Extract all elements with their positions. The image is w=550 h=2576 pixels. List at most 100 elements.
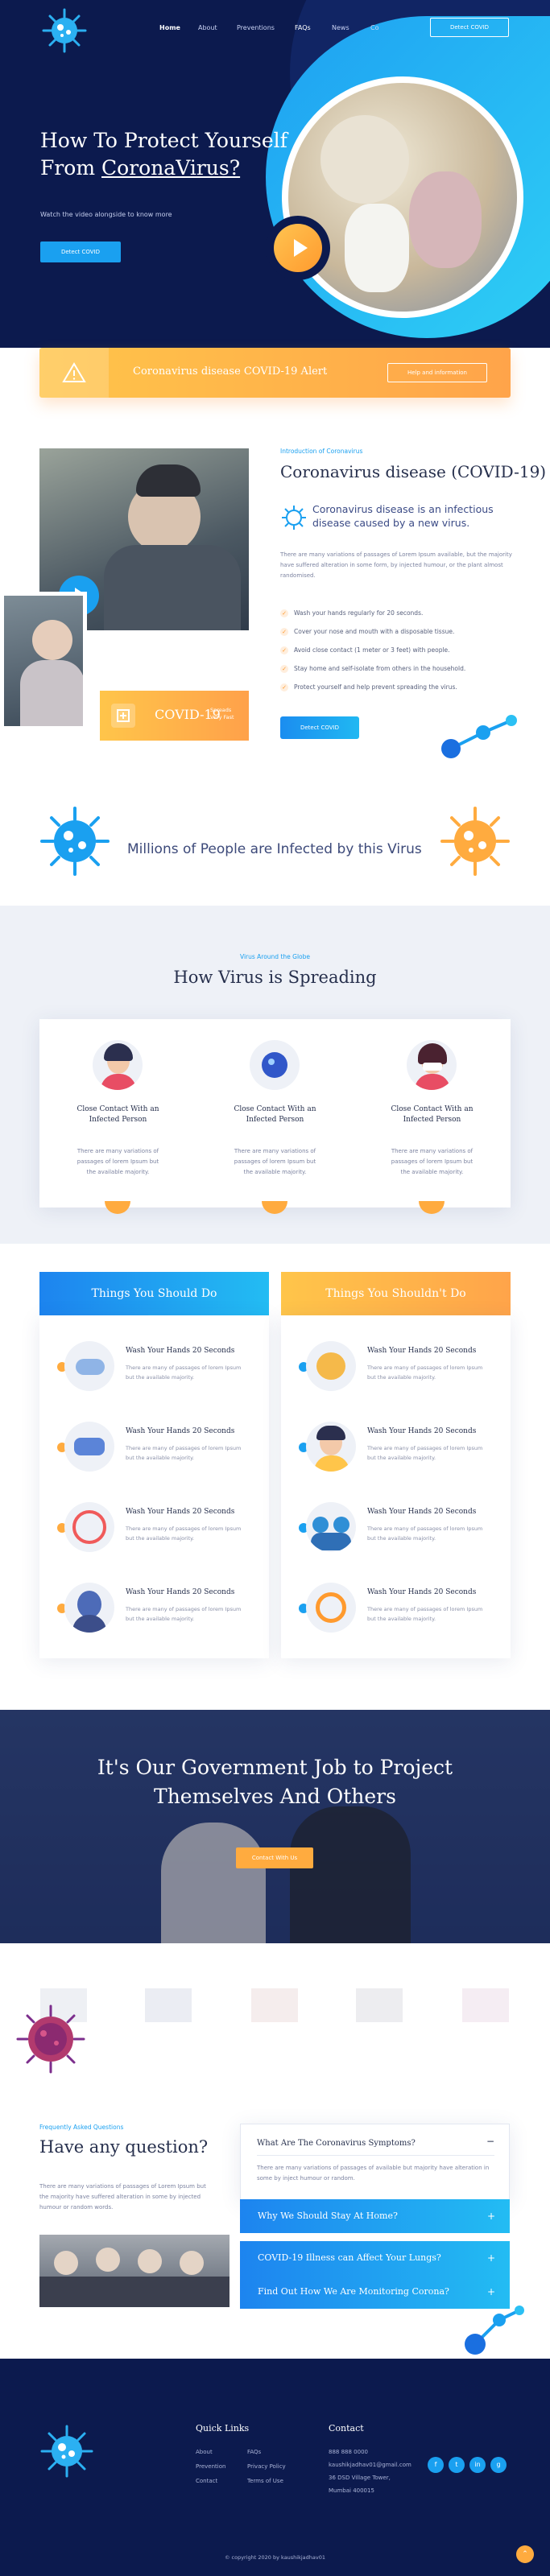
hand-washing-icon	[64, 1341, 114, 1391]
check-item: ✓ Wash your hands regularly for 20 second…	[280, 609, 423, 617]
virus-illustration	[250, 1040, 300, 1090]
badge-icon-box	[111, 704, 135, 728]
footer-link-about[interactable]: About	[196, 2449, 213, 2455]
intro-detect-covid-button[interactable]: Detect COVID	[280, 716, 359, 739]
copyright-text: © copyright 2020 by kaushikjadhav01	[224, 2554, 326, 2561]
arrow-up-icon: ⌃	[522, 2550, 528, 2558]
faq-open-question: What Are The Coronavirus Symptoms?	[257, 2139, 416, 2148]
hero-play-button[interactable]	[274, 224, 322, 272]
no-handshake-icon	[64, 1502, 114, 1552]
warning-icon	[62, 362, 86, 382]
badge-subtitle: Spreads Very Fast	[210, 707, 234, 720]
faq-body: There are many variations of passages of…	[39, 2183, 206, 2211]
covid-alert-bar: Coronavirus disease COVID-19 Alert Help …	[39, 348, 511, 398]
intro-eyebrow: Introduction of Coronavirus	[280, 448, 363, 455]
footer-logo-icon[interactable]	[39, 2423, 95, 2479]
woman-coughing-illustration	[93, 1040, 143, 1090]
face-mask-icon	[64, 1422, 114, 1472]
blue-virus-icon	[40, 807, 110, 876]
twitter-icon[interactable]: t	[449, 2457, 465, 2473]
hero-section: Home About Preventions FAQs News Co Dete…	[0, 0, 550, 348]
collapse-icon[interactable]: −	[486, 2136, 494, 2147]
nav-about[interactable]: About	[198, 24, 217, 31]
hero-title-line1: How To Protect Yourself	[40, 129, 287, 152]
footer-link-terms[interactable]: Terms of Use	[247, 2478, 283, 2484]
back-to-top-button[interactable]: ⌃	[516, 2545, 534, 2563]
hero-detect-covid-button[interactable]: Detect COVID	[40, 242, 121, 262]
footer-link-faqs[interactable]: FAQs	[247, 2449, 261, 2455]
footer-link-prevention[interactable]: Prevention	[196, 2463, 225, 2470]
expand-icon: +	[486, 2252, 495, 2264]
contact-phone[interactable]: 888 888 0000	[329, 2449, 368, 2455]
faq-question-1[interactable]: Why We Should Stay At Home? +	[240, 2199, 510, 2233]
covid-spread-badge: COVID-19 Spreads Very Fast	[100, 691, 249, 741]
virus-outline-icon	[280, 504, 308, 531]
spread-card-title: Close Contact With an Infected Person	[234, 1105, 316, 1124]
spread-card-title: Close Contact With an Infected Person	[391, 1105, 473, 1124]
nav-contact[interactable]: Co	[370, 24, 378, 31]
virus-logo-icon	[42, 8, 87, 53]
hero-title: How To Protect Yourself From CoronaVirus…	[40, 127, 287, 182]
molecule-icon	[441, 715, 517, 758]
spread-card: Close Contact With an Infected Person The…	[39, 1019, 196, 1208]
site-logo[interactable]	[40, 6, 89, 55]
check-item: ✓ Protect yourself and help prevent sprea…	[280, 683, 457, 691]
help-information-button[interactable]: Help and information	[387, 363, 487, 382]
nav-preventions[interactable]: Preventions	[237, 24, 275, 31]
partner-thumb	[145, 1988, 192, 2022]
intro-body: There are many variations of passages of…	[280, 551, 512, 579]
masked-woman-illustration	[407, 1040, 457, 1090]
prohibited-icon	[306, 1583, 356, 1633]
partner-thumb	[462, 1988, 509, 2022]
infected-banner: Millions of People are Infected by this …	[0, 773, 550, 890]
government-banner	[0, 1710, 550, 1943]
faq-question-2[interactable]: COVID-19 Illness can Affect Your Lungs? +	[240, 2241, 510, 2275]
google-icon[interactable]: g	[490, 2457, 507, 2473]
nav-faqs[interactable]: FAQs	[295, 24, 311, 31]
face-touch-icon	[306, 1422, 356, 1472]
faq-divider	[257, 2155, 494, 2156]
faq-open-answer: There are many variations of passages of…	[257, 2165, 490, 2182]
spread-card: Close Contact With an Infected Person The…	[196, 1019, 354, 1208]
facebook-icon[interactable]: f	[428, 2457, 444, 2473]
check-icon: ✓	[280, 628, 288, 636]
faq-eyebrow: Frequently Asked Questions	[39, 2124, 124, 2131]
spread-card: Close Contact With an Infected Person The…	[354, 1019, 511, 1208]
hero-photo	[288, 83, 517, 312]
nav-detect-covid-button[interactable]: Detect COVID	[430, 18, 509, 37]
contact-email[interactable]: kaushikjadhav01@gmail.com	[329, 2462, 411, 2468]
expand-icon: +	[486, 2211, 495, 2222]
hero-subtitle: Watch the video alongside to know more	[40, 211, 172, 218]
faq-people-photo	[39, 2235, 230, 2307]
donts-header: Things You Shouldn't Do	[281, 1272, 511, 1315]
contact-address-line2: Mumbai 400015	[329, 2487, 374, 2494]
partner-thumb	[356, 1988, 403, 2022]
nav-home[interactable]: Home	[159, 24, 180, 31]
partner-thumb	[251, 1988, 298, 2022]
play-icon	[294, 239, 308, 257]
check-icon: ✓	[280, 665, 288, 673]
faq-title: Have any question?	[39, 2137, 209, 2157]
spreading-title: How Virus is Spreading	[173, 968, 377, 987]
nav-news[interactable]: News	[332, 24, 349, 31]
hero-title-line2: From CoronaVirus?	[40, 156, 241, 180]
intro-title: Coronavirus disease (COVID-19)	[280, 462, 547, 481]
faq-open-item[interactable]: What Are The Coronavirus Symptoms? − The…	[240, 2124, 510, 2201]
check-item: ✓ Stay home and self-isolate from others …	[280, 665, 465, 673]
sick-person-icon	[64, 1583, 114, 1633]
footer-link-privacy[interactable]: Privacy Policy	[247, 2463, 286, 2470]
cat-icon	[306, 1341, 356, 1391]
government-title: It's Our Government Job to Project Thems…	[97, 1756, 453, 1808]
check-item: ✓ Cover your nose and mouth with a dispos…	[280, 628, 454, 636]
check-item: ✓ Avoid close contact (1 meter or 3 feet)…	[280, 646, 450, 654]
contact-us-button[interactable]: Contact With Us	[236, 1847, 313, 1868]
footer-link-contact[interactable]: Contact	[196, 2478, 217, 2484]
alert-icon-box	[39, 348, 109, 398]
intro-child-photo	[0, 592, 87, 730]
hero-title-accent: CoronaVirus?	[101, 156, 241, 180]
contact-title: Contact	[329, 2423, 364, 2434]
check-icon: ✓	[280, 646, 288, 654]
dos-header: Things You Should Do	[39, 1272, 269, 1315]
spread-card-title: Close Contact With an Infected Person	[77, 1105, 159, 1124]
linkedin-icon[interactable]: in	[469, 2457, 486, 2473]
